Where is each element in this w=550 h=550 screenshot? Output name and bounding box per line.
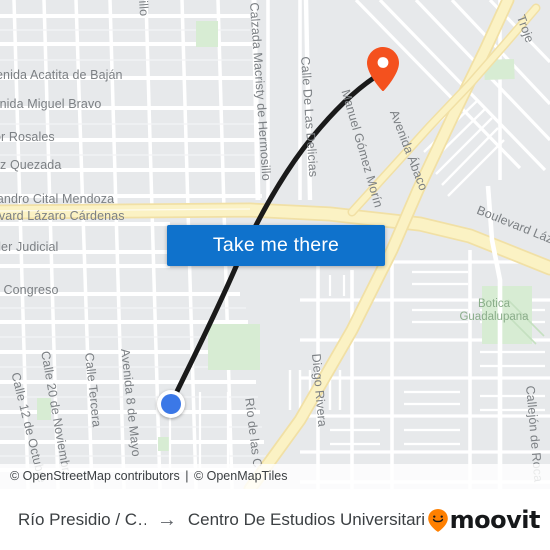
map-pin-icon (367, 47, 399, 91)
attribution-osm[interactable]: © OpenStreetMap contributors (10, 469, 180, 483)
origin-marker[interactable] (157, 390, 185, 418)
trip-footer: Río Presidio / C… → Centro De Estudios U… (0, 489, 550, 550)
moovit-wordmark: moovit (449, 505, 541, 534)
destination-stop-label: Centro De Estudios Universitari… (187, 509, 427, 529)
moovit-map-screen: enida Acatita de BajánAvenida Miguel Bra… (0, 0, 550, 550)
origin-stop-label: Río Presidio / C… (18, 509, 146, 529)
map-attribution: © OpenStreetMap contributors | © OpenMap… (0, 464, 550, 489)
attribution-tiles[interactable]: © OpenMapTiles (194, 469, 288, 483)
moovit-pin-icon (427, 508, 448, 532)
poi-label: Botica Guadalupana (459, 298, 529, 323)
destination-marker[interactable] (365, 45, 401, 93)
moovit-logo[interactable]: moovit (427, 505, 541, 534)
arrow-right-icon: → (156, 508, 177, 531)
take-me-there-button[interactable]: Take me there (167, 225, 385, 266)
map-canvas[interactable]: enida Acatita de BajánAvenida Miguel Bra… (0, 0, 550, 489)
attribution-separator: | (185, 469, 189, 483)
origin-dot-icon (161, 394, 181, 414)
